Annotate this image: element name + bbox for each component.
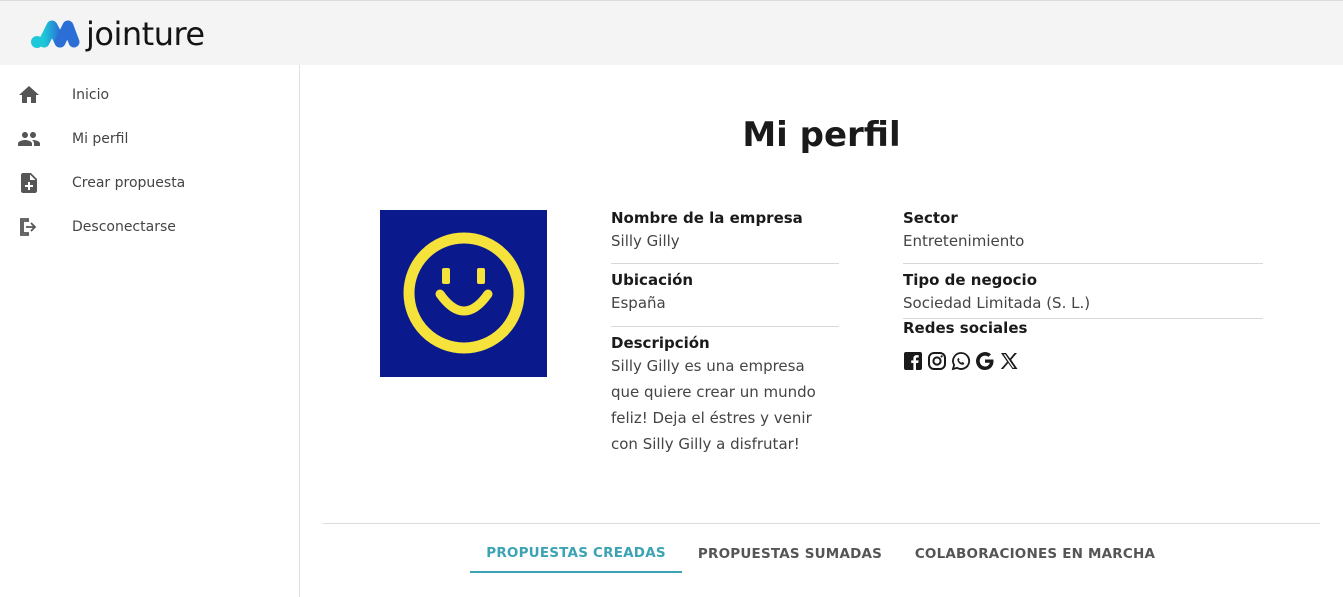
- sidebar-item-inicio[interactable]: Inicio: [0, 73, 299, 117]
- divider: [611, 326, 839, 327]
- tab-propuestas-creadas[interactable]: PROPUESTAS CREADAS: [470, 535, 682, 573]
- sidebar-item-label: Inicio: [72, 87, 110, 103]
- sidebar: Inicio Mi perfil Crear propuesta Descone…: [0, 65, 300, 597]
- sidebar-item-desconectarse[interactable]: Desconectarse: [0, 205, 299, 249]
- tabs-divider: [323, 523, 1320, 524]
- sidebar-item-label: Crear propuesta: [72, 175, 186, 191]
- description-line: Silly Gilly es una empresa: [611, 357, 805, 375]
- description-line: feliz! Deja el éstres y venir: [611, 409, 812, 427]
- location-field: Ubicación España: [611, 270, 839, 316]
- location-value: España: [611, 294, 666, 312]
- description-label: Descripción: [611, 334, 710, 352]
- sidebar-item-crear-propuesta[interactable]: Crear propuesta: [0, 161, 299, 205]
- brand-logo[interactable]: jointure: [30, 15, 205, 53]
- people-icon: [17, 127, 41, 151]
- facebook-icon[interactable]: [903, 351, 923, 371]
- sidebar-item-mi-perfil[interactable]: Mi perfil: [0, 117, 299, 161]
- company-name-label: Nombre de la empresa: [611, 209, 803, 227]
- description-line: que quiere crear un mundo: [611, 383, 816, 401]
- logout-icon: [17, 215, 41, 239]
- company-name-value: Silly Gilly: [611, 232, 680, 250]
- home-icon: [17, 83, 41, 107]
- company-avatar: [380, 210, 547, 377]
- description-line: con Silly Gilly a disfrutar!: [611, 435, 800, 453]
- main-content: Mi perfil Nombre de la empresa Silly Gil…: [300, 65, 1343, 597]
- sector-field: Sector Entretenimiento: [903, 208, 1263, 254]
- page-title: Mi perfil: [742, 115, 901, 155]
- social-field: Redes sociales: [903, 318, 1263, 338]
- sidebar-item-label: Mi perfil: [72, 131, 129, 147]
- divider: [903, 263, 1263, 264]
- description-field: Descripción Silly Gilly es una empresa q…: [611, 333, 851, 457]
- note-add-icon: [17, 171, 41, 195]
- google-icon[interactable]: [975, 351, 995, 371]
- top-bar: jointure: [0, 0, 1343, 65]
- smiley-logo-icon: [403, 232, 525, 354]
- sidebar-item-label: Desconectarse: [72, 219, 176, 235]
- business-type-field: Tipo de negocio Sociedad Limitada (S. L.…: [903, 270, 1263, 316]
- brand-name: jointure: [86, 15, 205, 53]
- business-type-label: Tipo de negocio: [903, 271, 1038, 289]
- business-type-value: Sociedad Limitada (S. L.): [903, 294, 1091, 312]
- instagram-icon[interactable]: [927, 351, 947, 371]
- social-label: Redes sociales: [903, 319, 1028, 337]
- social-icons: [903, 351, 1019, 371]
- tab-colaboraciones-en-marcha[interactable]: COLABORACIONES EN MARCHA: [904, 535, 1166, 573]
- whatsapp-icon[interactable]: [951, 351, 971, 371]
- location-label: Ubicación: [611, 271, 694, 289]
- x-icon[interactable]: [999, 351, 1019, 371]
- tab-propuestas-sumadas[interactable]: PROPUESTAS SUMADAS: [692, 535, 888, 573]
- sector-value: Entretenimiento: [903, 232, 1025, 250]
- divider: [611, 263, 839, 264]
- sector-label: Sector: [903, 209, 958, 227]
- jointure-logo-icon: [31, 20, 80, 48]
- company-name-field: Nombre de la empresa Silly Gilly: [611, 208, 839, 254]
